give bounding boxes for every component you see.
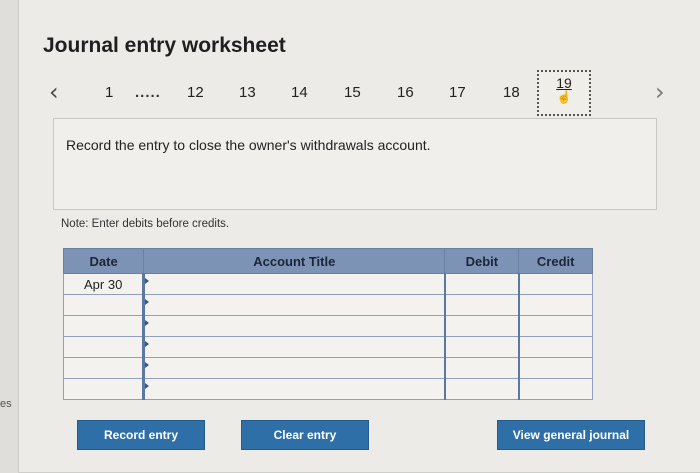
date-cell[interactable] — [62, 336, 145, 358]
clear-entry-button[interactable]: Clear entry — [241, 420, 369, 450]
account-title-input[interactable] — [142, 378, 446, 400]
record-entry-button[interactable]: Record entry — [77, 420, 205, 450]
note-text: Note: Enter debits before credits. — [61, 218, 230, 230]
date-cell[interactable] — [62, 378, 145, 400]
step-1[interactable]: 1 — [105, 84, 113, 101]
view-general-journal-button[interactable]: View general journal — [497, 420, 645, 450]
date-cell[interactable] — [62, 294, 145, 316]
active-step-number: 19 — [556, 75, 572, 91]
table-row — [62, 315, 593, 337]
table-row: Apr 30 — [62, 273, 593, 295]
credit-input[interactable] — [517, 336, 593, 358]
date-cell[interactable]: Apr 30 — [62, 273, 145, 295]
cropped-edge-text: es — [0, 398, 12, 410]
worksheet-title: Journal entry worksheet — [43, 34, 286, 57]
account-title-input[interactable] — [142, 294, 446, 316]
account-title-input[interactable] — [142, 357, 446, 379]
credit-input[interactable] — [517, 273, 593, 295]
debit-input[interactable] — [443, 273, 520, 295]
prompt-text: Record the entry to close the owner's wi… — [66, 137, 431, 153]
journal-worksheet-panel: Journal entry worksheet ‹ 1 ..... 12 13 … — [18, 0, 700, 473]
chevron-right-icon[interactable]: › — [655, 80, 665, 104]
header-credit: Credit — [518, 248, 593, 274]
prompt-box: Record the entry to close the owner's wi… — [53, 118, 657, 210]
step-navigation: ‹ 1 ..... 12 13 14 15 16 17 18 19 ☝ › — [19, 70, 700, 116]
credit-input[interactable] — [517, 294, 593, 316]
step-19-active[interactable]: 19 ☝ — [537, 70, 591, 116]
step-18[interactable]: 18 — [503, 84, 520, 101]
header-debit: Debit — [444, 248, 520, 274]
table-row — [62, 336, 593, 358]
step-13[interactable]: 13 — [239, 84, 256, 101]
step-15[interactable]: 15 — [344, 84, 361, 101]
debit-input[interactable] — [443, 294, 520, 316]
debit-input[interactable] — [443, 378, 520, 400]
account-title-input[interactable] — [142, 336, 446, 358]
step-17[interactable]: 17 — [449, 84, 466, 101]
header-date: Date — [62, 248, 145, 274]
debit-input[interactable] — [443, 336, 520, 358]
step-ellipsis: ..... — [135, 84, 161, 101]
credit-input[interactable] — [517, 357, 593, 379]
debit-input[interactable] — [443, 315, 520, 337]
header-account-title: Account Title — [143, 248, 446, 274]
date-cell[interactable] — [62, 357, 145, 379]
credit-input[interactable] — [517, 315, 593, 337]
account-title-input[interactable] — [142, 315, 446, 337]
date-cell[interactable] — [62, 315, 145, 337]
step-14[interactable]: 14 — [291, 84, 308, 101]
table-header-row: Date Account Title Debit Credit — [62, 248, 593, 274]
step-12[interactable]: 12 — [187, 84, 204, 101]
credit-input[interactable] — [517, 378, 593, 400]
table-row — [62, 294, 593, 316]
chevron-left-icon[interactable]: ‹ — [49, 80, 59, 104]
pointer-hand-icon: ☝ — [556, 90, 572, 104]
journal-entry-table: Date Account Title Debit Credit Apr 30 — [62, 248, 593, 400]
table-row — [62, 357, 593, 379]
debit-input[interactable] — [443, 357, 520, 379]
table-row — [62, 378, 593, 400]
step-16[interactable]: 16 — [397, 84, 414, 101]
account-title-input[interactable] — [142, 273, 446, 295]
